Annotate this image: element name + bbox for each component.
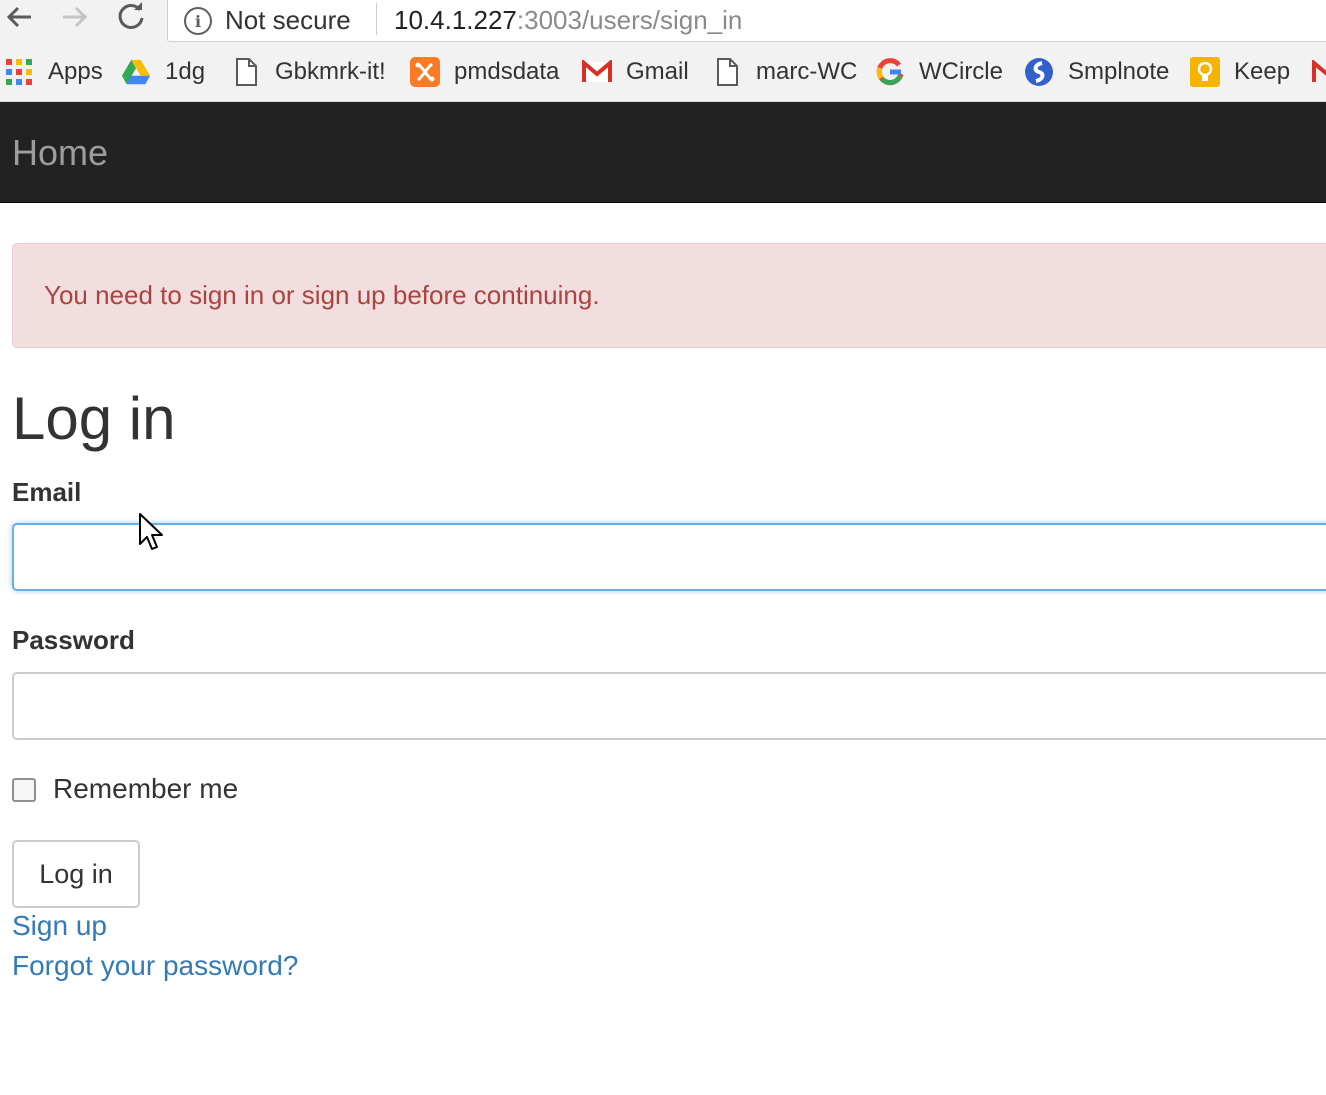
remember-me-checkbox[interactable] xyxy=(12,778,36,802)
security-label[interactable]: Not secure xyxy=(225,5,351,36)
bookmark-pmdsdata[interactable]: pmdsdata xyxy=(410,55,559,89)
bookmark-keep[interactable]: Keep xyxy=(1190,55,1290,89)
gmail-icon xyxy=(582,57,612,87)
gmail-icon xyxy=(1312,57,1326,87)
url-host: 10.4.1.227 xyxy=(394,5,517,35)
bookmark-label: Gmail xyxy=(626,58,689,85)
reload-icon xyxy=(118,2,144,29)
bookmark-gmail[interactable]: Gmail xyxy=(582,55,689,89)
back-button[interactable] xyxy=(2,1,38,33)
browser-toolbar: i Not secure 10.4.1.227:3003/users/sign_… xyxy=(0,0,1326,42)
bookmark-overflow[interactable] xyxy=(1312,55,1326,89)
alert-banner: You need to sign in or sign up before co… xyxy=(12,243,1326,348)
bookmark-smplnote[interactable]: Smplnote xyxy=(1024,55,1169,89)
forward-button[interactable] xyxy=(56,1,92,33)
bookmark-label: WCircle xyxy=(919,58,1003,85)
forgot-password-link[interactable]: Forgot your password? xyxy=(12,950,298,982)
simplenote-icon xyxy=(1024,57,1054,87)
keep-bulb-icon xyxy=(1190,57,1220,87)
forward-arrow-icon xyxy=(63,6,88,28)
bookmark-apps[interactable]: Apps xyxy=(4,55,103,89)
bookmark-label: Apps xyxy=(48,58,103,85)
email-label: Email xyxy=(12,477,82,507)
alert-message: You need to sign in or sign up before co… xyxy=(44,280,600,310)
page-icon xyxy=(231,57,261,87)
bookmark-marc-wc[interactable]: marc-WC xyxy=(712,55,857,89)
info-icon[interactable]: i xyxy=(184,7,212,35)
google-drive-icon xyxy=(121,57,151,87)
password-field[interactable] xyxy=(12,672,1326,740)
address-bar[interactable]: i Not secure 10.4.1.227:3003/users/sign_… xyxy=(167,0,1326,42)
bookmark-label: Keep xyxy=(1234,58,1291,85)
page-title: Log in xyxy=(12,385,176,452)
reload-button[interactable] xyxy=(113,1,149,33)
bookmark-label: Smplnote xyxy=(1068,58,1170,85)
bookmark-label: Gbkmrk-it! xyxy=(275,58,386,85)
url-path: :3003/users/sign_in xyxy=(516,5,743,35)
page-icon xyxy=(712,57,742,87)
bookmark-label: marc-WC xyxy=(756,58,858,85)
home-link[interactable]: Home xyxy=(12,132,108,174)
bookmark-label: 1dg xyxy=(165,58,206,85)
bookmark-gbkmrk-it[interactable]: Gbkmrk-it! xyxy=(231,55,386,89)
address-divider xyxy=(376,3,377,35)
bookmark-1dg[interactable]: 1dg xyxy=(121,55,205,89)
sign-up-link[interactable]: Sign up xyxy=(12,910,107,942)
google-g-icon xyxy=(875,57,905,87)
password-label: Password xyxy=(12,625,135,655)
url-text[interactable]: 10.4.1.227:3003/users/sign_in xyxy=(394,5,742,36)
bookmark-label: pmdsdata xyxy=(454,58,560,85)
email-field[interactable] xyxy=(12,523,1326,591)
bookmarks-bar: Apps 1dg Gbkmrk-it! pmdsdata Gmail marc-… xyxy=(0,42,1326,102)
back-arrow-icon xyxy=(6,6,31,28)
apps-grid-icon xyxy=(4,57,34,87)
bookmark-wcircle[interactable]: WCircle xyxy=(875,55,1003,89)
xampp-icon xyxy=(410,57,440,87)
login-button[interactable]: Log in xyxy=(12,840,140,908)
remember-me-label[interactable]: Remember me xyxy=(53,773,238,805)
navbar: Home xyxy=(0,102,1326,203)
